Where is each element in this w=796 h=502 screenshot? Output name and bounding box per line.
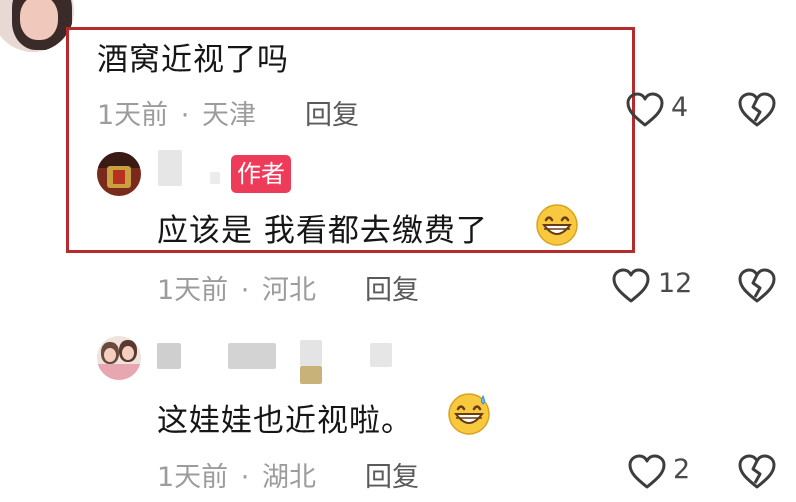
author-badge: 作者 [231, 155, 291, 193]
like-count: 12 [658, 268, 693, 299]
reply-time: 1天前 [157, 275, 229, 306]
comment-text: 酒窝近视了吗 [97, 42, 289, 78]
reply-location: 河北 [261, 275, 316, 306]
redacted-username [210, 172, 220, 184]
meta-separator: · [240, 462, 250, 493]
broken-heart-icon[interactable] [737, 267, 777, 305]
heart-outline-icon [626, 92, 664, 127]
replier-avatar[interactable] [97, 336, 141, 380]
reply-text: 应该是 我看都去缴费了 [157, 213, 488, 249]
comment-location: 天津 [201, 100, 256, 131]
like-button[interactable]: 2 [627, 451, 702, 493]
heart-outline-icon [612, 268, 650, 303]
redacted-username [228, 343, 276, 369]
reply-button[interactable]: 回复 [305, 93, 359, 132]
reply-text: 这娃娃也近视啦。 [157, 403, 413, 439]
broken-heart-icon[interactable] [737, 91, 777, 129]
broken-heart-icon[interactable] [737, 453, 777, 491]
reply-meta: 1天前 · 湖北 [157, 455, 316, 494]
reply-location: 湖北 [261, 462, 316, 493]
grinning-emoji [536, 204, 578, 246]
meta-separator: · [240, 275, 250, 306]
redacted-username [158, 150, 182, 186]
like-button[interactable]: 12 [611, 265, 701, 307]
redacted-username [370, 343, 392, 367]
reply-meta: 1天前 · 河北 [157, 268, 316, 307]
grinning-sweat-emoji [448, 393, 490, 435]
comment-meta: 1天前 · 天津 [97, 93, 256, 132]
reply-button[interactable]: 回复 [365, 455, 419, 494]
redacted-username [157, 343, 181, 369]
meta-separator: · [180, 100, 190, 131]
like-count: 4 [671, 92, 689, 123]
author-avatar[interactable] [97, 152, 141, 196]
comment-time: 1天前 [97, 100, 169, 131]
like-button[interactable]: 4 [625, 89, 700, 131]
heart-outline-icon [628, 454, 666, 489]
commenter-avatar[interactable] [0, 0, 74, 52]
reply-time: 1天前 [157, 462, 229, 493]
redacted-username [300, 366, 322, 384]
reply-button[interactable]: 回复 [365, 268, 419, 307]
like-count: 2 [673, 454, 691, 485]
redacted-username [300, 340, 322, 366]
